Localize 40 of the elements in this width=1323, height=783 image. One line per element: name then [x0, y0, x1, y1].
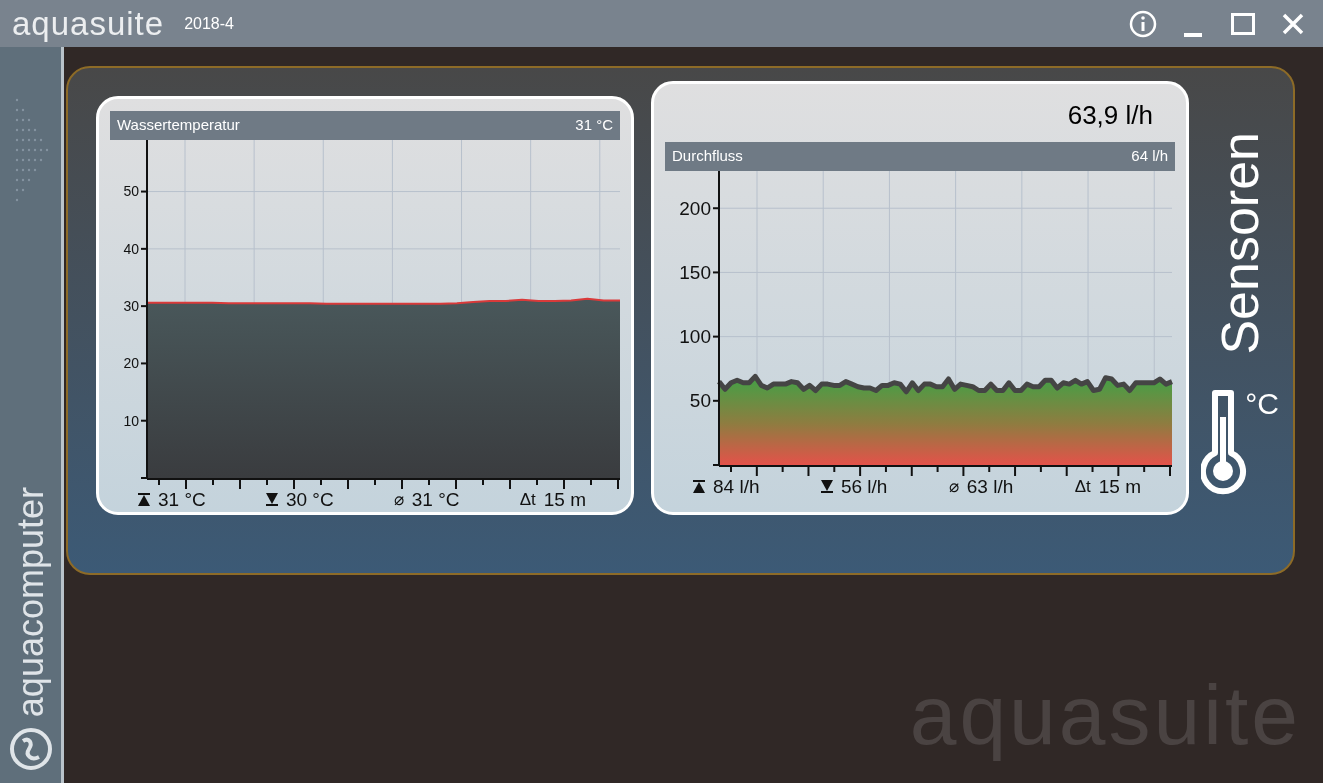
- chart-title: Wassertemperatur: [117, 115, 240, 136]
- stat-value: 31 °C: [158, 490, 206, 509]
- average-symbol: ⌀: [393, 491, 404, 508]
- window-title: aquasuite: [12, 7, 165, 40]
- stat-value: 30 °C: [285, 490, 334, 509]
- stat-value: 56 l/h: [840, 477, 888, 496]
- info-icon: [1129, 9, 1157, 38]
- y-tick-label: 40: [123, 240, 139, 257]
- current-reading: 63,9 l/h: [1067, 102, 1153, 130]
- version-label: 2018-4: [184, 13, 234, 34]
- stat-value: 84 l/h: [713, 477, 760, 496]
- duration-symbol: Δt: [519, 491, 536, 508]
- y-tick-label: 50: [123, 183, 139, 200]
- stat-value: 15 m: [543, 490, 586, 509]
- y-tick-label: 200: [679, 197, 711, 219]
- stat-value: 63 l/h: [966, 477, 1014, 496]
- logo-icon: [8, 727, 53, 771]
- y-tick-label: 20: [123, 355, 139, 372]
- close-icon: [1282, 12, 1304, 35]
- chart-value: 64 l/h: [1131, 146, 1168, 167]
- duration-symbol: Δt: [1074, 478, 1091, 495]
- minimum-icon: [820, 480, 833, 493]
- maximize-icon: [1231, 12, 1255, 35]
- maximum-icon: [693, 480, 705, 493]
- average-symbol: ⌀: [948, 478, 959, 495]
- unit-label: °C: [1245, 389, 1279, 419]
- y-tick-label: 150: [679, 262, 711, 284]
- chart-title: Durchfluss: [672, 146, 743, 167]
- y-tick-label: 30: [123, 298, 139, 315]
- chart-value: 31 °C: [575, 115, 613, 136]
- section-title: Sensoren: [1214, 132, 1266, 355]
- y-tick-label: 10: [123, 412, 139, 429]
- y-tick-label: 100: [679, 326, 711, 348]
- maximum-icon: [138, 493, 150, 506]
- stat-value: 31 °C: [411, 490, 460, 509]
- y-tick-label: 50: [689, 390, 711, 412]
- minimum-icon: [265, 493, 278, 506]
- stat-value: 15 m: [1098, 477, 1141, 496]
- brand-logo-text: aquacomputer: [12, 486, 49, 717]
- minimize-icon: [1184, 32, 1202, 37]
